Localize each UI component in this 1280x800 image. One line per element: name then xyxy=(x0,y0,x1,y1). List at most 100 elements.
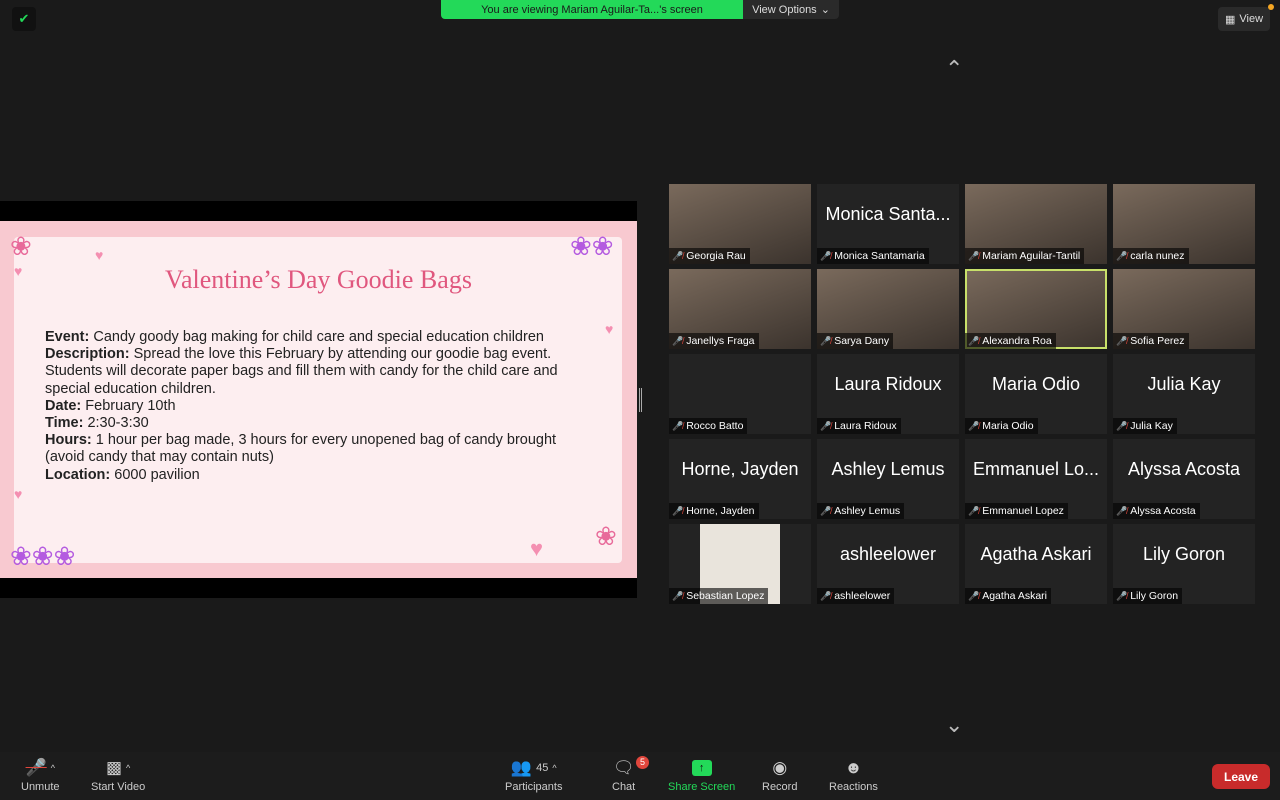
mic-muted-icon: 🎤̸ xyxy=(1116,505,1128,516)
field-label: Date: xyxy=(45,397,82,414)
field-label: Location: xyxy=(45,466,111,483)
participant-label: 🎤̸ Janellys Fraga xyxy=(669,333,759,349)
view-options-button[interactable]: View Options ⌄ xyxy=(743,0,839,19)
caret-up-icon[interactable]: ^ xyxy=(126,763,130,773)
mic-muted-icon: 🎤̸ xyxy=(968,250,980,261)
field-label: Description: xyxy=(45,346,130,363)
participant-tile[interactable]: 🎤̸ Mariam Aguilar-Tantil xyxy=(965,184,1107,264)
caret-up-icon[interactable]: ^ xyxy=(552,763,556,773)
chat-button[interactable]: 🗨 5 Chat xyxy=(612,756,649,793)
participant-name-large: ashleelower xyxy=(839,543,937,564)
leaf-decoration-icon: ❀ xyxy=(10,231,32,261)
participant-label: 🎤̸ Ashley Lemus xyxy=(817,503,905,519)
reactions-button[interactable]: ☻ Reactions xyxy=(829,758,878,793)
participant-label: 🎤̸ carla nunez xyxy=(1113,248,1189,264)
security-shield-icon[interactable]: ✔ xyxy=(12,7,36,31)
field-value: February 10th xyxy=(85,397,176,414)
field-value: Candy goody bag making for child care an… xyxy=(93,329,544,345)
participant-tile[interactable]: Monica Santa... 🎤̸ Monica Santamaria xyxy=(817,184,959,264)
participant-label: 🎤̸ Sebastian Lopez xyxy=(669,588,769,604)
participant-tile[interactable]: Laura Ridoux 🎤̸ Laura Ridoux xyxy=(817,354,959,434)
unmute-button[interactable]: 🎤 ^ Unmute xyxy=(21,758,60,793)
participant-tile[interactable]: 🎤̸ Sarya Dany xyxy=(817,269,959,349)
start-video-button[interactable]: ▩ ^ Start Video xyxy=(91,758,145,793)
heart-icon: ♥ xyxy=(95,247,104,263)
scroll-up-chevron-icon[interactable]: ⌃ xyxy=(945,56,963,82)
participant-name: Georgia Rau xyxy=(686,250,746,262)
record-label: Record xyxy=(762,781,798,793)
mic-muted-icon: 🎤̸ xyxy=(1116,335,1128,346)
participant-label: 🎤̸ Rocco Batto xyxy=(669,418,748,434)
participant-name-large: Horne, Jayden xyxy=(681,458,799,479)
participant-label: 🎤̸ Mariam Aguilar-Tantil xyxy=(965,248,1085,264)
participants-button[interactable]: 👥 45 ^ Participants xyxy=(505,758,562,793)
mic-muted-icon: 🎤̸ xyxy=(968,505,980,516)
mic-muted-icon: 🎤̸ xyxy=(968,420,980,431)
participant-name: Emmanuel Lopez xyxy=(982,505,1064,517)
participant-tile[interactable]: 🎤̸ Janellys Fraga xyxy=(669,269,811,349)
start-video-label: Start Video xyxy=(91,781,146,793)
participant-tile[interactable]: 🎤̸ Georgia Rau xyxy=(669,184,811,264)
participant-tile[interactable]: 🎤̸ Sofia Perez xyxy=(1113,269,1255,349)
participant-tile[interactable]: 🎤̸ Rocco Batto xyxy=(669,354,811,434)
caret-up-icon[interactable]: ^ xyxy=(51,763,55,773)
mic-muted-icon: 🎤̸ xyxy=(672,590,684,601)
resize-handle[interactable] xyxy=(639,388,642,412)
participant-name: Agatha Askari xyxy=(982,590,1048,602)
slide-body: Event: Candy goody bag making for child … xyxy=(45,329,565,484)
field-value: 1 hour per bag made, 3 hours for every u… xyxy=(45,432,557,466)
participant-tile[interactable]: 🎤̸ Sebastian Lopez xyxy=(669,524,811,604)
scroll-down-chevron-icon[interactable]: ⌄ xyxy=(945,712,963,738)
participant-name: Lily Goron xyxy=(1130,590,1179,602)
mic-muted-icon: 🎤̸ xyxy=(820,420,832,431)
participant-tile[interactable]: 🎤̸ Alexandra Roa xyxy=(965,269,1107,349)
participant-label: 🎤̸ ashleelower xyxy=(817,588,895,604)
gallery-grid: 🎤̸ Georgia Rau Monica Santa... 🎤̸ Monica San… xyxy=(669,184,1255,604)
participant-tile[interactable]: 🎤̸ carla nunez xyxy=(1113,184,1255,264)
screen-share-banner: You are viewing Mariam Aguilar-Ta...'s s… xyxy=(441,0,839,19)
participant-name: Rocco Batto xyxy=(686,420,744,432)
leave-button[interactable]: Leave xyxy=(1212,764,1270,789)
mic-muted-icon: 🎤̸ xyxy=(820,335,832,346)
participant-name-large: Monica Santa... xyxy=(825,203,951,224)
record-button[interactable]: ◉ Record xyxy=(762,758,797,793)
mic-muted-icon: 🎤̸ xyxy=(672,250,684,261)
reactions-icon: ☻ xyxy=(844,758,863,777)
participant-tile[interactable]: Maria Odio 🎤̸ Maria Odio xyxy=(965,354,1107,434)
participant-label: 🎤̸ Laura Ridoux xyxy=(817,418,901,434)
layout-icon: ▦ xyxy=(1224,13,1236,26)
video-off-icon: ▩ xyxy=(105,758,123,777)
mic-muted-icon: 🎤̸ xyxy=(820,250,832,261)
participant-label: 🎤̸ Alyssa Acosta xyxy=(1113,503,1200,519)
participant-tile[interactable]: Horne, Jayden 🎤̸ Horne, Jayden xyxy=(669,439,811,519)
participant-name-large: Laura Ridoux xyxy=(834,373,942,394)
mic-muted-icon: 🎤̸ xyxy=(968,335,980,346)
leaf-decoration-icon: ❀❀ xyxy=(570,231,614,261)
participant-count: 45 xyxy=(536,762,549,774)
participant-label: 🎤̸ Alexandra Roa xyxy=(965,333,1056,349)
share-screen-label: Share Screen xyxy=(668,781,736,793)
participant-name: Horne, Jayden xyxy=(686,505,755,517)
participant-name: Sebastian Lopez xyxy=(686,590,765,602)
share-screen-button[interactable]: ↑ Share Screen xyxy=(668,758,735,793)
participant-label: 🎤̸ Sarya Dany xyxy=(817,333,894,349)
participant-label: 🎤̸ Monica Santamaria xyxy=(817,248,929,264)
view-button[interactable]: ▦ View xyxy=(1218,7,1270,31)
participant-tile[interactable]: Lily Goron 🎤̸ Lily Goron xyxy=(1113,524,1255,604)
participant-tile[interactable]: ashleelower 🎤̸ ashleelower xyxy=(817,524,959,604)
mic-muted-icon: 🎤̸ xyxy=(1116,590,1128,601)
mic-muted-icon: 🎤̸ xyxy=(672,335,684,346)
mic-muted-icon: 🎤̸ xyxy=(1116,420,1128,431)
participant-tile[interactable]: Agatha Askari 🎤̸ Agatha Askari xyxy=(965,524,1107,604)
participant-name: Janellys Fraga xyxy=(686,335,755,347)
participant-tile[interactable]: Ashley Lemus 🎤̸ Ashley Lemus xyxy=(817,439,959,519)
participant-tile[interactable]: Emmanuel Lo... 🎤̸ Emmanuel Lopez xyxy=(965,439,1107,519)
participant-name-large: Ashley Lemus xyxy=(831,458,945,479)
participant-tile[interactable]: Julia Kay 🎤̸ Julia Kay xyxy=(1113,354,1255,434)
participant-label: 🎤̸ Julia Kay xyxy=(1113,418,1177,434)
slide: ❀ ❀❀ ❀❀❀ ❀ ♥ ♥ ♥ ♥ ♥ Valentine’s Day Goo… xyxy=(0,221,637,578)
chat-label: Chat xyxy=(612,781,636,793)
chat-badge: 5 xyxy=(636,756,649,769)
participant-tile[interactable]: Alyssa Acosta 🎤̸ Alyssa Acosta xyxy=(1113,439,1255,519)
participant-label: 🎤̸ Georgia Rau xyxy=(669,248,750,264)
